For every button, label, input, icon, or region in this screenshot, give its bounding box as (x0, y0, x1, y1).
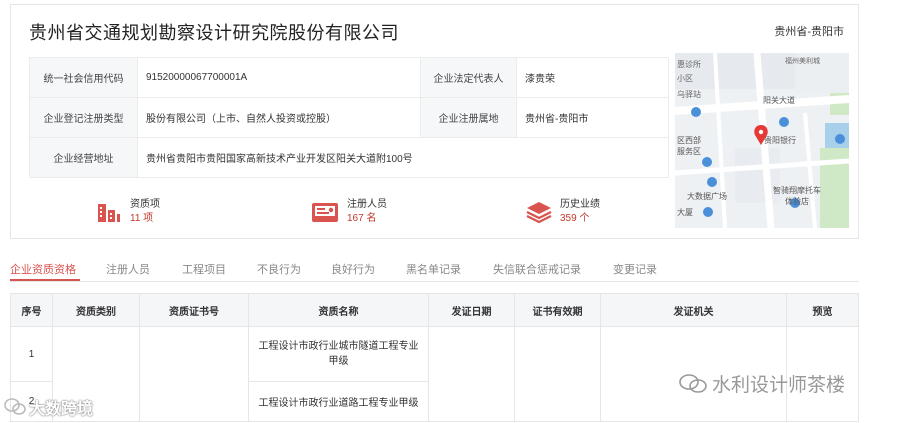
company-region: 贵州省-贵阳市 (774, 26, 844, 38)
credit-code-label: 统一社会信用代码 (29, 57, 138, 98)
svg-text:智骑翔摩托车: 智骑翔摩托车 (773, 185, 821, 195)
col-header-category: 资质类别 (52, 293, 140, 327)
svg-text:惠诊所: 惠诊所 (677, 59, 701, 69)
row-qualification-name: 工程设计市政行业城市隧道工程专业甲级 (248, 326, 429, 382)
row-cert-no (139, 326, 249, 422)
col-header-cert-no: 资质证书号 (139, 293, 249, 327)
legal-rep-label: 企业法定代表人 (420, 57, 517, 98)
row-validity (514, 326, 601, 422)
tab-registered-staff[interactable]: 注册人员 (106, 261, 150, 277)
tab-projects[interactable]: 工程项目 (182, 261, 226, 277)
svg-text:大数据广场: 大数据广场 (687, 191, 727, 201)
col-header-index: 序号 (10, 293, 53, 327)
building-icon (98, 204, 120, 222)
id-card-icon (312, 203, 338, 222)
location-map[interactable]: 惠诊所 小区 乌驿站 阳关大道 区西部 服务区 贵阳银行 大数据广场 智骑翔摩托… (675, 53, 849, 228)
company-card: 贵州省交通规划勘察设计研究院股份有限公司 贵州省-贵阳市 统一社会信用代码 91… (10, 4, 859, 239)
reg-place-label: 企业注册属地 (420, 97, 517, 138)
layers-icon (526, 202, 552, 224)
col-header-validity: 证书有效期 (514, 293, 601, 327)
col-header-issue-date: 发证日期 (428, 293, 515, 327)
stat-value: 359 个 (560, 213, 590, 224)
svg-text:区西部: 区西部 (677, 135, 701, 145)
stat-label: 历史业绩 (560, 199, 600, 210)
tab-qualifications[interactable]: 企业资质资格 (10, 261, 76, 277)
table-header-row: 序号 资质类别 资质证书号 资质名称 发证日期 证书有效期 发证机关 预览 (10, 293, 859, 327)
row-qualification-name: 工程设计市政行业道路工程专业甲级 (248, 381, 429, 422)
reg-type-value: 股份有限公司（上市、自然人投资或控股） (137, 97, 421, 138)
qualification-table: 序号 资质类别 资质证书号 资质名称 发证日期 证书有效期 发证机关 预览 1 … (10, 293, 859, 422)
tab-good-behavior[interactable]: 良好行为 (331, 261, 375, 277)
stat-label: 资质项 (130, 199, 160, 210)
stat-value: 11 项 (130, 213, 154, 224)
col-header-name: 资质名称 (248, 293, 429, 327)
row-index: 1 (10, 326, 53, 382)
stat-value: 167 名 (347, 213, 377, 224)
stat-qualifications[interactable]: 资质项 11 项 (96, 198, 160, 226)
col-header-authority: 发证机关 (600, 293, 787, 327)
svg-text:小区: 小区 (677, 74, 693, 83)
stat-label: 注册人员 (347, 199, 387, 210)
legal-rep-value: 漆贵荣 (516, 57, 669, 98)
row-issue-date (428, 326, 515, 422)
address-label: 企业经营地址 (29, 137, 138, 178)
company-info-table: 统一社会信用代码 91520000067700001A 企业法定代表人 漆贵荣 … (29, 57, 669, 178)
watermark-left: 大数跨境 (4, 395, 93, 419)
watermark-right-text: 水利设计师茶楼 (712, 374, 846, 396)
reg-type-label: 企业登记注册类型 (29, 97, 138, 138)
col-header-preview: 预览 (786, 293, 859, 327)
active-tab-indicator (10, 279, 80, 281)
tab-joint-punishment[interactable]: 失信联合惩戒记录 (493, 261, 581, 277)
tab-bad-behavior[interactable]: 不良行为 (257, 261, 301, 277)
svg-text:服务区: 服务区 (677, 146, 701, 156)
company-name: 贵州省交通规划勘察设计研究院股份有限公司 (29, 23, 399, 43)
svg-text:贵阳银行: 贵阳银行 (764, 135, 796, 145)
stats-bar: 资质项 11 项 注册人员 167 名 历史业绩 359 个 (96, 198, 656, 232)
credit-code-value: 91520000067700001A (137, 57, 421, 98)
map-canvas: 惠诊所 小区 乌驿站 阳关大道 区西部 服务区 贵阳银行 大数据广场 智骑翔摩托… (675, 53, 849, 228)
stat-history-projects[interactable]: 历史业绩 359 个 (526, 198, 600, 226)
svg-text:乌驿站: 乌驿站 (677, 89, 701, 99)
watermark-right: 水利设计师茶楼 (678, 370, 845, 397)
svg-text:体验店: 体验店 (785, 196, 809, 206)
svg-text:阳关大道: 阳关大道 (763, 95, 795, 105)
watermark-left-text: 大数跨境 (29, 399, 94, 418)
tab-change-records[interactable]: 变更记录 (613, 261, 657, 277)
tab-blacklist[interactable]: 黑名单记录 (406, 261, 461, 277)
tab-bar: 企业资质资格 注册人员 工程项目 不良行为 良好行为 黑名单记录 失信联合惩戒记… (10, 258, 859, 282)
stat-registered-staff[interactable]: 注册人员 167 名 (311, 198, 387, 226)
wechat-icon (679, 373, 707, 393)
svg-text:福州美利城: 福州美利城 (785, 56, 820, 65)
wechat-icon (4, 398, 26, 415)
svg-text:大厦: 大厦 (677, 207, 693, 217)
address-value: 贵州省贵阳市贵阳国家高新技术产业开发区阳关大道附100号 (137, 137, 669, 178)
reg-place-value: 贵州省-贵阳市 (516, 97, 669, 138)
